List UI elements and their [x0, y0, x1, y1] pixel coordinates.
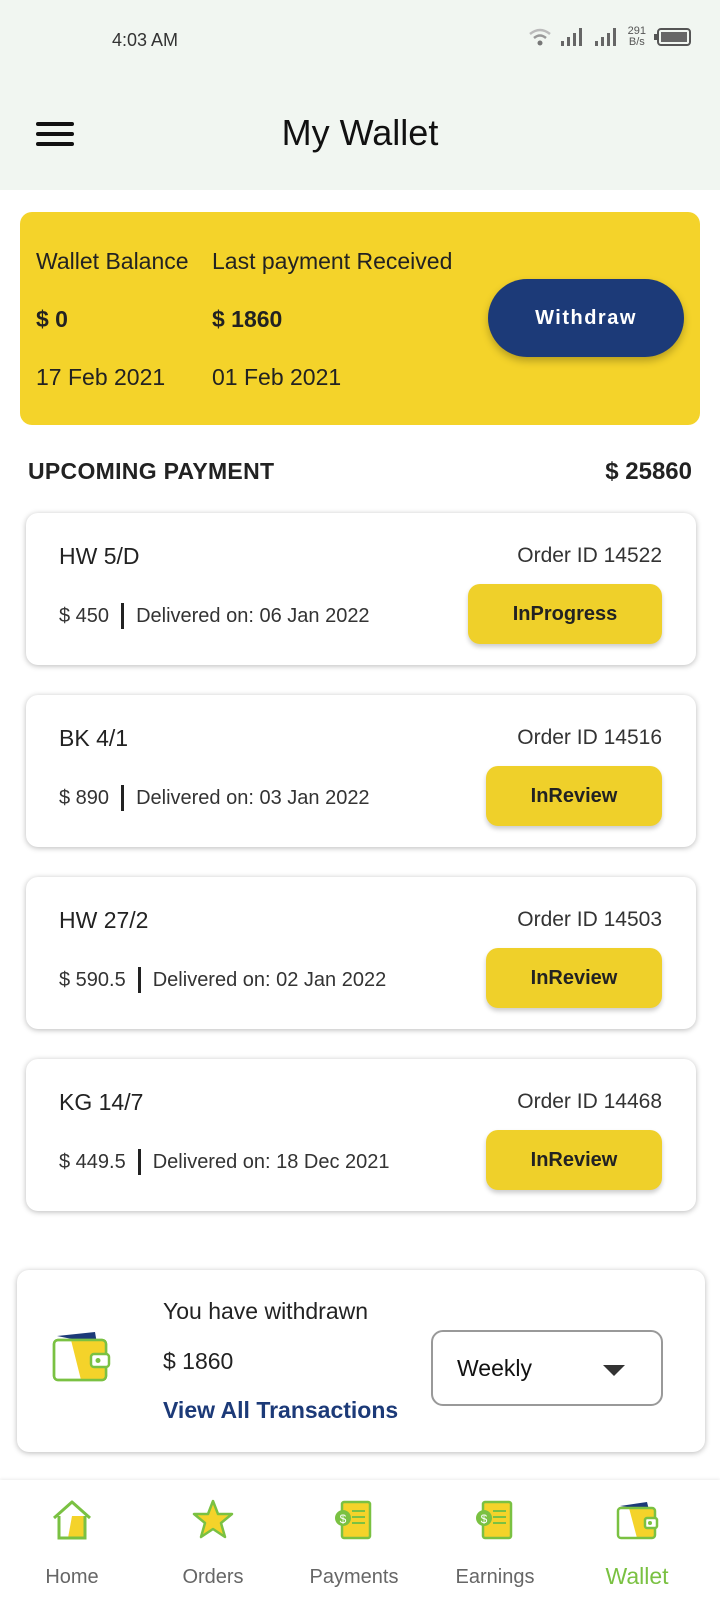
wallet-balance-amount: $ 0: [36, 306, 68, 332]
order-card[interactable]: HW 27/2 Order ID 14503 $ 590.5 Delivered…: [26, 877, 696, 1029]
nav-label: Orders: [182, 1566, 244, 1588]
nav-label: Payments: [309, 1566, 399, 1588]
order-delivered: Delivered on: 03 Jan 2022: [136, 786, 370, 809]
nav-label: Earnings: [455, 1566, 535, 1588]
withdrawn-card: You have withdrawn $ 1860 View All Trans…: [17, 1270, 705, 1452]
status-icons: 291 B/s: [528, 26, 692, 48]
order-card[interactable]: BK 4/1 Order ID 14516 $ 890 Delivered on…: [26, 695, 696, 847]
wifi-icon: [528, 28, 551, 46]
wallet-icon: [616, 1502, 659, 1540]
order-id: Order ID 14503: [517, 908, 662, 931]
order-code: HW 27/2: [59, 907, 149, 933]
nav-item-orders[interactable]: Orders: [141, 1480, 285, 1600]
chevron-down-icon: [603, 1365, 625, 1376]
order-info: $ 450 Delivered on: 06 Jan 2022: [59, 603, 370, 629]
nav-item-earnings[interactable]: $ Earnings: [423, 1480, 567, 1600]
status-button[interactable]: InProgress: [468, 584, 662, 644]
last-payment-label: Last payment Received: [212, 248, 453, 274]
signal-icon: [560, 28, 582, 46]
order-id: Order ID 14468: [517, 1090, 662, 1113]
last-payment-date: 01 Feb 2021: [212, 364, 342, 390]
last-payment-column: Last payment Received $ 1860 01 Feb 2021: [212, 248, 452, 391]
order-delivered: Delivered on: 02 Jan 2022: [152, 968, 387, 991]
wallet-balance-date: 17 Feb 2021: [36, 364, 166, 390]
nav-label: Home: [45, 1566, 99, 1588]
order-info: $ 890 Delivered on: 03 Jan 2022: [59, 785, 370, 811]
order-delivered: Delivered on: 18 Dec 2021: [152, 1150, 390, 1173]
svg-text:$: $: [481, 1512, 488, 1526]
nav-item-home[interactable]: Home: [0, 1480, 144, 1600]
order-card[interactable]: HW 5/D Order ID 14522 $ 450 Delivered on…: [26, 513, 696, 665]
order-list: HW 5/D Order ID 14522 $ 450 Delivered on…: [26, 513, 696, 1241]
star-icon: [192, 1499, 234, 1539]
order-amount: $ 590.5: [59, 968, 126, 991]
svg-text:$: $: [340, 1512, 347, 1526]
order-card[interactable]: KG 14/7 Order ID 14468 $ 449.5 Delivered…: [26, 1059, 696, 1211]
payments-icon: $: [335, 1500, 372, 1540]
order-amount: $ 890: [59, 786, 110, 809]
nav-item-wallet[interactable]: Wallet: [565, 1480, 709, 1600]
order-delivered: Delivered on: 06 Jan 2022: [136, 604, 370, 627]
balance-card: Wallet Balance $ 0 17 Feb 2021 Last paym…: [20, 212, 700, 425]
order-amount: $ 450: [59, 604, 110, 627]
wallet-icon: [52, 1332, 111, 1382]
wallet-balance-label: Wallet Balance: [36, 248, 189, 274]
withdrawn-title: You have withdrawn: [163, 1298, 369, 1324]
order-id: Order ID 14522: [517, 544, 662, 567]
earnings-icon: $: [476, 1500, 513, 1540]
net-speed: 291 B/s: [627, 25, 646, 48]
order-amount: $ 449.5: [59, 1150, 126, 1173]
period-value: Weekly: [457, 1355, 532, 1381]
status-time: 4:03 AM: [112, 30, 179, 50]
status-button[interactable]: InReview: [486, 948, 662, 1008]
order-code: BK 4/1: [59, 725, 129, 751]
page-title: My Wallet: [281, 112, 439, 153]
divider: [137, 1149, 141, 1175]
nav-label: Wallet: [605, 1563, 669, 1589]
app-header: 4:03 AM 291 B/s My Wallet: [0, 0, 720, 190]
nav-item-payments[interactable]: $ Payments: [282, 1480, 426, 1600]
order-info: $ 590.5 Delivered on: 02 Jan 2022: [59, 967, 386, 993]
view-all-transactions-link[interactable]: View All Transactions: [163, 1397, 398, 1424]
bottom-nav: Home Orders $ Payments $ Earnings Wallet: [0, 1480, 720, 1600]
upcoming-payment-title: UPCOMING PAYMENT: [28, 458, 275, 484]
withdrawn-amount: $ 1860: [163, 1348, 234, 1374]
period-dropdown[interactable]: Weekly: [431, 1330, 663, 1406]
divider: [137, 967, 141, 993]
withdraw-button[interactable]: Withdraw: [488, 279, 684, 357]
order-info: $ 449.5 Delivered on: 18 Dec 2021: [59, 1149, 390, 1175]
status-button[interactable]: InReview: [486, 766, 662, 826]
divider: [121, 603, 125, 629]
upcoming-payment-total: $ 25860: [605, 458, 692, 485]
order-code: KG 14/7: [59, 1089, 144, 1115]
divider: [121, 785, 125, 811]
battery-icon: [654, 28, 691, 46]
last-payment-amount: $ 1860: [212, 306, 283, 332]
order-code: HW 5/D: [59, 543, 140, 569]
wallet-balance-column: Wallet Balance $ 0 17 Feb 2021: [36, 248, 189, 391]
order-id: Order ID 14516: [517, 726, 662, 749]
home-icon: [53, 1500, 91, 1540]
status-button[interactable]: InReview: [486, 1130, 662, 1190]
signal-icon-2: [594, 28, 616, 46]
